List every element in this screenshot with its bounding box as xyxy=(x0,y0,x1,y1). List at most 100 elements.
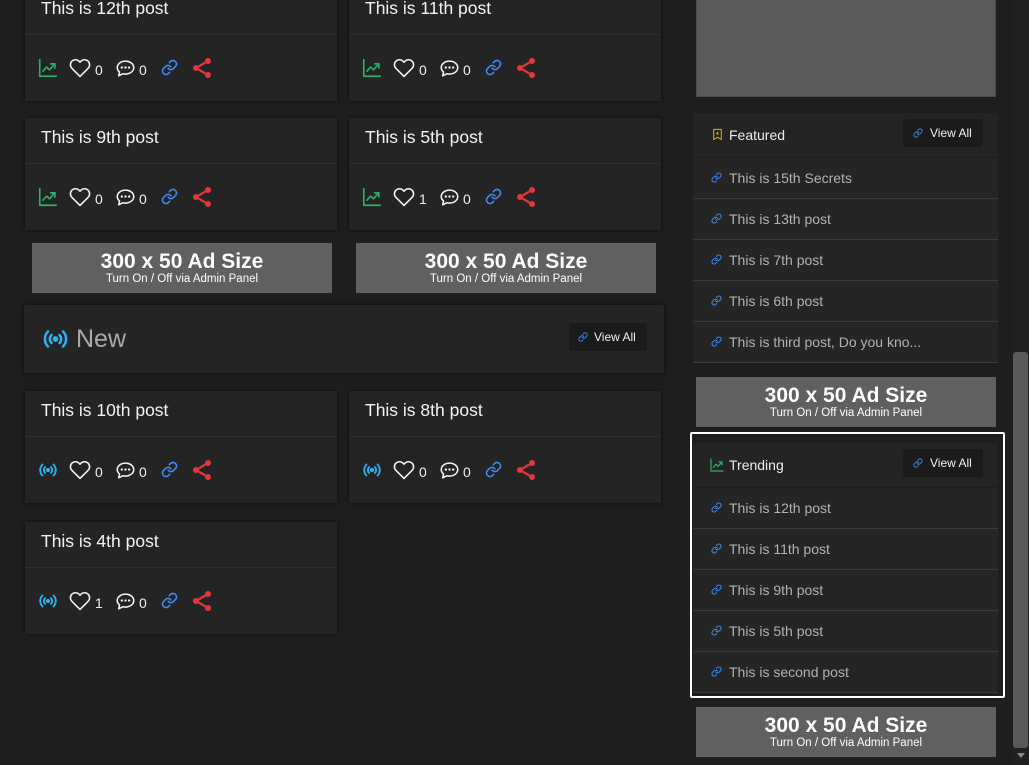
link-icon xyxy=(578,332,588,342)
broadcast-icon xyxy=(361,459,383,481)
link-icon[interactable] xyxy=(485,59,502,76)
view-all-button[interactable]: View All xyxy=(569,323,647,351)
link-icon[interactable] xyxy=(485,461,502,478)
section-title: New xyxy=(76,325,127,353)
post-title[interactable]: This is 12th post xyxy=(25,0,337,35)
featured-list-item[interactable]: This is 13th post xyxy=(693,199,998,240)
link-icon[interactable] xyxy=(161,59,178,76)
post-title[interactable]: This is 9th post xyxy=(25,118,337,164)
list-item-label: This is second post xyxy=(729,664,849,680)
post-meta-bar: 1 0 xyxy=(25,568,337,634)
comment-icon[interactable] xyxy=(438,459,461,481)
post-meta-bar: 0 0 xyxy=(349,437,661,503)
post-title[interactable]: This is 5th post xyxy=(349,118,661,164)
post-title[interactable]: This is 11th post xyxy=(349,0,661,35)
featured-widget: Featured View All This is 15th Secrets T… xyxy=(693,113,998,363)
like-count: 0 xyxy=(95,62,103,78)
list-item-label: This is 5th post xyxy=(729,623,824,639)
post-card: This is 12th post 0 0 xyxy=(25,0,337,101)
link-icon xyxy=(711,254,722,265)
scroll-down-arrow-icon[interactable] xyxy=(1017,753,1025,758)
post-title[interactable]: This is 10th post xyxy=(25,391,337,437)
share-icon[interactable] xyxy=(190,56,214,80)
share-icon[interactable] xyxy=(190,458,214,482)
link-icon xyxy=(711,336,722,347)
ad-headline: 300 x 50 Ad Size xyxy=(100,250,264,273)
trending-list-item[interactable]: This is 12th post xyxy=(693,488,998,529)
share-icon[interactable] xyxy=(514,185,538,209)
share-icon[interactable] xyxy=(514,56,538,80)
link-icon xyxy=(711,213,722,224)
ad-note: Turn On / Off via Admin Panel xyxy=(105,273,259,285)
scrollbar-thumb[interactable] xyxy=(1013,352,1028,748)
post-title[interactable]: This is 4th post xyxy=(25,522,337,568)
post-card: This is 11th post 0 0 xyxy=(349,0,661,101)
list-item-label: This is 7th post xyxy=(729,252,824,268)
trending-list-item[interactable]: This is 9th post xyxy=(693,570,998,611)
widget-title: Trending xyxy=(729,457,784,473)
trending-header: Trending View All xyxy=(693,443,998,487)
list-item-label: This is 11th post xyxy=(729,541,830,557)
view-all-button[interactable]: View All xyxy=(903,119,983,147)
ad-headline: 300 x 50 Ad Size xyxy=(764,714,928,737)
trending-list-item[interactable]: This is 5th post xyxy=(693,611,998,652)
ad-banner[interactable]: 300 x 50 Ad Size Turn On / Off via Admin… xyxy=(32,243,332,293)
comment-icon[interactable] xyxy=(114,459,137,481)
trending-list-item[interactable]: This is 11th post xyxy=(693,529,998,570)
like-count: 0 xyxy=(95,191,103,207)
view-all-label: View All xyxy=(930,456,972,470)
featured-list-item[interactable]: This is third post, Do you kno... xyxy=(693,322,998,363)
link-icon[interactable] xyxy=(161,461,178,478)
ad-headline: 300 x 50 Ad Size xyxy=(764,384,928,407)
featured-list-item[interactable]: This is 15th Secrets xyxy=(693,158,998,199)
trend-icon xyxy=(709,457,725,473)
broadcast-icon xyxy=(37,590,59,612)
view-all-button[interactable]: View All xyxy=(903,449,983,477)
comment-icon[interactable] xyxy=(114,590,137,612)
ad-note: Turn On / Off via Admin Panel xyxy=(769,737,923,749)
list-item-label: This is 6th post xyxy=(729,293,824,309)
featured-list-item[interactable]: This is 7th post xyxy=(693,240,998,281)
heart-icon[interactable] xyxy=(393,57,415,79)
post-title[interactable]: This is 8th post xyxy=(349,391,661,437)
heart-icon[interactable] xyxy=(69,57,91,79)
heart-icon[interactable] xyxy=(393,459,415,481)
link-icon xyxy=(711,502,722,513)
trending-list-item[interactable]: This is second post xyxy=(693,652,998,693)
heart-icon[interactable] xyxy=(69,590,91,612)
trend-icon xyxy=(37,186,59,208)
post-meta-bar: 0 0 xyxy=(25,35,337,101)
link-icon xyxy=(711,584,722,595)
broadcast-icon xyxy=(40,324,71,354)
comment-count: 0 xyxy=(463,191,471,207)
featured-list-item[interactable]: This is 6th post xyxy=(693,281,998,322)
link-icon[interactable] xyxy=(161,188,178,205)
link-icon xyxy=(711,295,722,306)
like-count: 1 xyxy=(419,191,427,207)
comment-icon[interactable] xyxy=(114,57,137,79)
heart-icon[interactable] xyxy=(393,186,415,208)
comment-count: 0 xyxy=(139,595,147,611)
post-meta-bar: 1 0 xyxy=(349,164,661,230)
broadcast-icon xyxy=(37,459,59,481)
link-icon xyxy=(711,172,722,183)
comment-count: 0 xyxy=(139,464,147,480)
trend-icon xyxy=(361,57,383,79)
share-icon[interactable] xyxy=(190,589,214,613)
comment-count: 0 xyxy=(139,62,147,78)
comment-icon[interactable] xyxy=(114,186,137,208)
view-all-label: View All xyxy=(594,330,636,344)
heart-icon[interactable] xyxy=(69,186,91,208)
comment-count: 0 xyxy=(463,62,471,78)
comment-icon[interactable] xyxy=(438,57,461,79)
ad-banner[interactable]: 300 x 50 Ad Size Turn On / Off via Admin… xyxy=(356,243,656,293)
link-icon[interactable] xyxy=(485,188,502,205)
comment-icon[interactable] xyxy=(438,186,461,208)
list-item-label: This is third post, Do you kno... xyxy=(729,334,922,350)
share-icon[interactable] xyxy=(514,458,538,482)
heart-icon[interactable] xyxy=(69,459,91,481)
ad-banner[interactable]: 300 x 50 Ad Size Turn On / Off via Admin… xyxy=(696,707,996,757)
ad-banner[interactable]: 300 x 50 Ad Size Turn On / Off via Admin… xyxy=(696,377,996,427)
share-icon[interactable] xyxy=(190,185,214,209)
link-icon[interactable] xyxy=(161,592,178,609)
